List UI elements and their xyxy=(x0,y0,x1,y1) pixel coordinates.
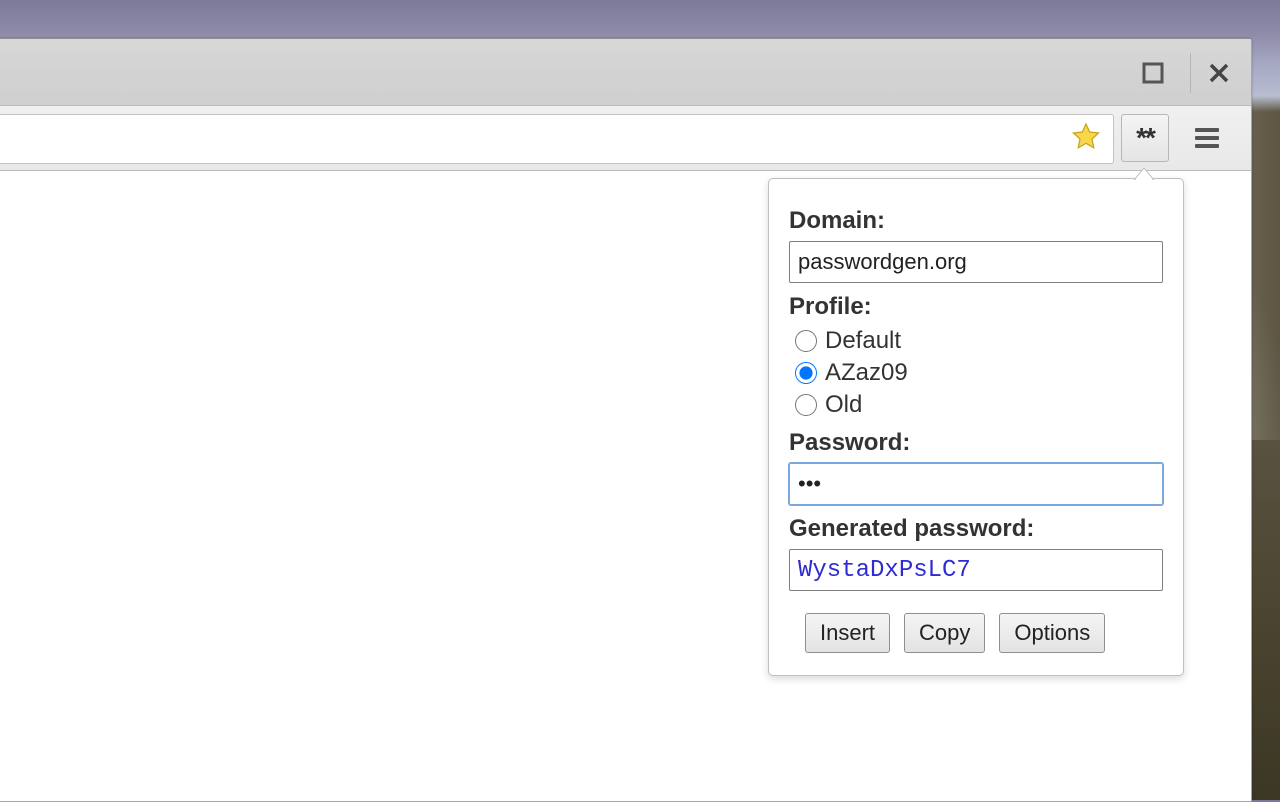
popup-pointer xyxy=(1134,168,1154,180)
profile-option-azaz09[interactable]: AZaz09 xyxy=(795,359,1163,387)
maximize-icon xyxy=(1142,62,1164,84)
window-titlebar xyxy=(0,39,1251,106)
password-input[interactable] xyxy=(789,463,1163,505)
copy-button[interactable]: Copy xyxy=(904,613,985,653)
address-bar[interactable] xyxy=(0,114,1114,164)
popup-button-row: Insert Copy Options xyxy=(789,613,1163,653)
close-icon xyxy=(1208,62,1230,84)
profile-radio-label: AZaz09 xyxy=(825,359,908,387)
browser-menu-button[interactable] xyxy=(1183,114,1231,162)
domain-label: Domain: xyxy=(789,207,1163,235)
profile-radio-default[interactable] xyxy=(795,330,817,352)
domain-input[interactable] xyxy=(789,241,1163,283)
profile-label: Profile: xyxy=(789,293,1163,321)
profile-option-default[interactable]: Default xyxy=(795,327,1163,355)
profile-radio-azaz09[interactable] xyxy=(795,362,817,384)
generated-password-label: Generated password: xyxy=(789,515,1163,543)
profile-radio-label: Old xyxy=(825,391,862,419)
desktop-wallpaper-strip xyxy=(1252,440,1280,800)
password-generator-popup: Domain: Profile: Default AZaz09 Old Passwo… xyxy=(768,178,1184,676)
window-close-button[interactable] xyxy=(1190,53,1247,93)
window-maximize-button[interactable] xyxy=(1125,53,1181,93)
hamburger-icon xyxy=(1195,124,1219,152)
profile-radio-old[interactable] xyxy=(795,394,817,416)
options-button[interactable]: Options xyxy=(999,613,1105,653)
password-label: Password: xyxy=(789,429,1163,457)
profile-radio-label: Default xyxy=(825,327,901,355)
insert-button[interactable]: Insert xyxy=(805,613,890,653)
profile-option-old[interactable]: Old xyxy=(795,391,1163,419)
generated-password-output[interactable] xyxy=(789,549,1163,591)
browser-toolbar: ** xyxy=(0,106,1251,171)
password-generator-extension-button[interactable]: ** xyxy=(1121,114,1169,162)
bookmark-star-icon[interactable] xyxy=(1071,122,1101,157)
